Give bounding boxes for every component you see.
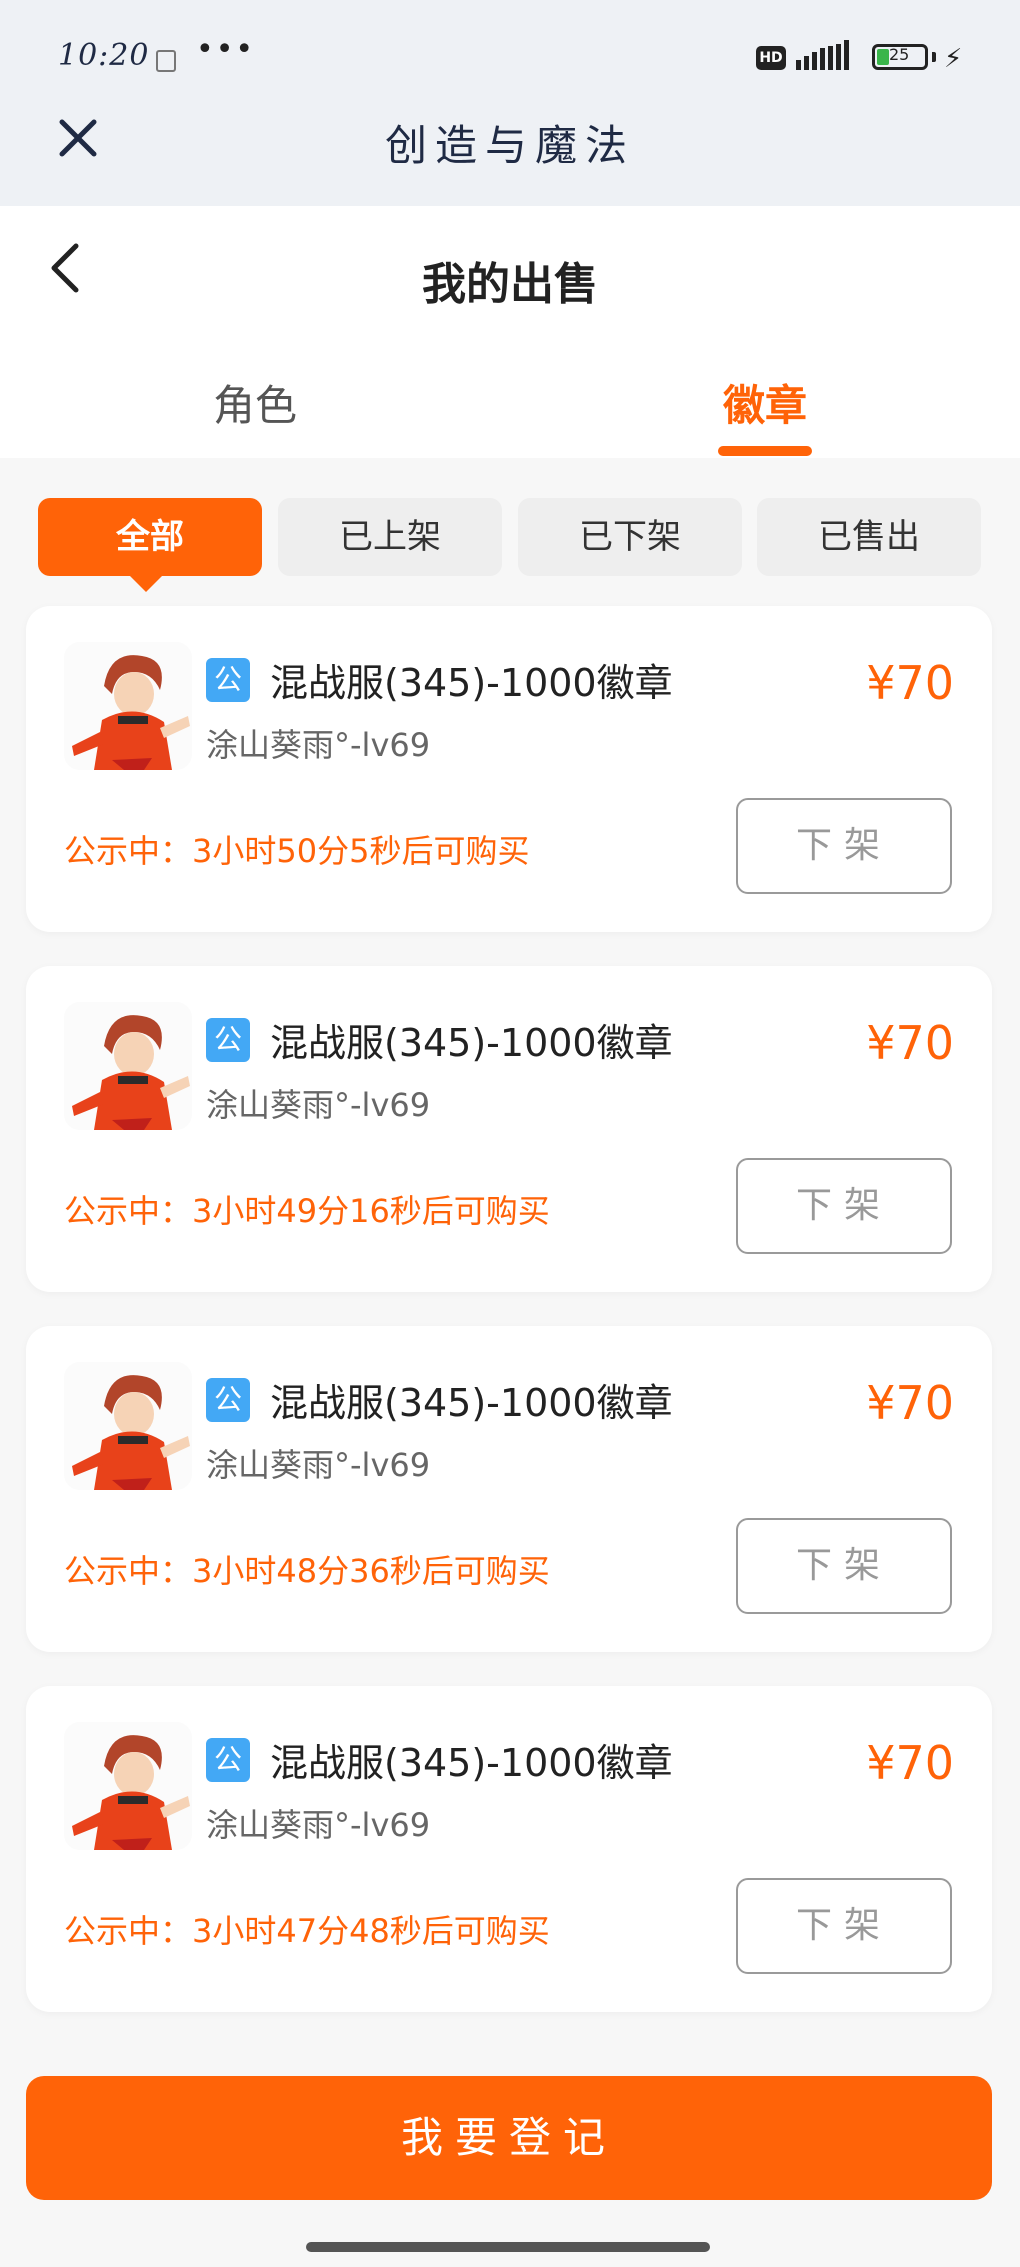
page-header: [0, 206, 1020, 458]
listing-seller: 涂山葵雨°-lv69: [206, 1446, 431, 1484]
listing-card[interactable]: 公 混战服(345)-1000徽章 涂山葵雨°-lv69 ¥70 公示中：3小时…: [26, 606, 992, 932]
filter-sold[interactable]: 已售出: [757, 498, 981, 576]
filter-off-shelf[interactable]: 已下架: [518, 498, 742, 576]
character-avatar: [64, 1002, 192, 1130]
listing-price: ¥70: [866, 1736, 954, 1790]
filter-active-pointer: [128, 574, 164, 592]
status-time: 10:20: [58, 38, 150, 73]
home-indicator: [306, 2242, 710, 2252]
register-button[interactable]: 我要登记: [26, 2076, 992, 2200]
signal-icon: [796, 40, 849, 70]
take-off-shelf-button[interactable]: 下架: [736, 1878, 952, 1974]
take-off-shelf-button[interactable]: 下架: [736, 1158, 952, 1254]
listing-notice: 公示中：3小时48分36秒后可购买: [64, 1552, 550, 1590]
app-title: 创造与魔法: [384, 121, 635, 170]
tab-role[interactable]: 角色: [180, 372, 330, 433]
public-tag: 公: [206, 658, 250, 702]
page-title: 我的出售: [422, 259, 598, 310]
listing-title: 混战服(345)-1000徽章: [270, 1021, 673, 1065]
tab-active-indicator: [718, 446, 812, 456]
listing-seller: 涂山葵雨°-lv69: [206, 1806, 431, 1844]
take-off-shelf-button[interactable]: 下架: [736, 798, 952, 894]
listing-price: ¥70: [866, 656, 954, 710]
listing-price: ¥70: [866, 1376, 954, 1430]
hd-icon: HD: [756, 46, 786, 70]
character-avatar: [64, 1362, 192, 1490]
listing-title: 混战服(345)-1000徽章: [270, 1381, 673, 1425]
charging-icon: ⚡: [944, 44, 963, 74]
listing-seller: 涂山葵雨°-lv69: [206, 726, 431, 764]
listing-notice: 公示中：3小时49分16秒后可购买: [64, 1192, 550, 1230]
filter-all[interactable]: 全部: [38, 498, 262, 576]
notification-icon: [156, 50, 176, 72]
public-tag: 公: [206, 1018, 250, 1062]
filter-on-shelf[interactable]: 已上架: [278, 498, 502, 576]
listing-price: ¥70: [866, 1016, 954, 1070]
listing-seller: 涂山葵雨°-lv69: [206, 1086, 431, 1124]
listing-notice: 公示中：3小时50分5秒后可购买: [64, 832, 530, 870]
public-tag: 公: [206, 1378, 250, 1422]
battery-level: 25: [889, 45, 910, 64]
take-off-shelf-button[interactable]: 下架: [736, 1518, 952, 1614]
listing-title: 混战服(345)-1000徽章: [270, 1741, 673, 1785]
tab-badge[interactable]: 徽章: [690, 372, 840, 433]
listing-card[interactable]: 公 混战服(345)-1000徽章 涂山葵雨°-lv69 ¥70 公示中：3小时…: [26, 966, 992, 1292]
listing-card[interactable]: 公 混战服(345)-1000徽章 涂山葵雨°-lv69 ¥70 公示中：3小时…: [26, 1686, 992, 2012]
listing-title: 混战服(345)-1000徽章: [270, 661, 673, 705]
top-bar: 10:20 ••• HD 25 ⚡ 创造与魔法: [0, 0, 1020, 206]
character-avatar: [64, 642, 192, 770]
more-notifications-icon: •••: [196, 32, 256, 67]
character-avatar: [64, 1722, 192, 1850]
public-tag: 公: [206, 1738, 250, 1782]
listing-card[interactable]: 公 混战服(345)-1000徽章 涂山葵雨°-lv69 ¥70 公示中：3小时…: [26, 1326, 992, 1652]
battery-icon: 25: [872, 44, 928, 70]
listing-notice: 公示中：3小时47分48秒后可购买: [64, 1912, 550, 1950]
battery-tip: [932, 52, 936, 62]
